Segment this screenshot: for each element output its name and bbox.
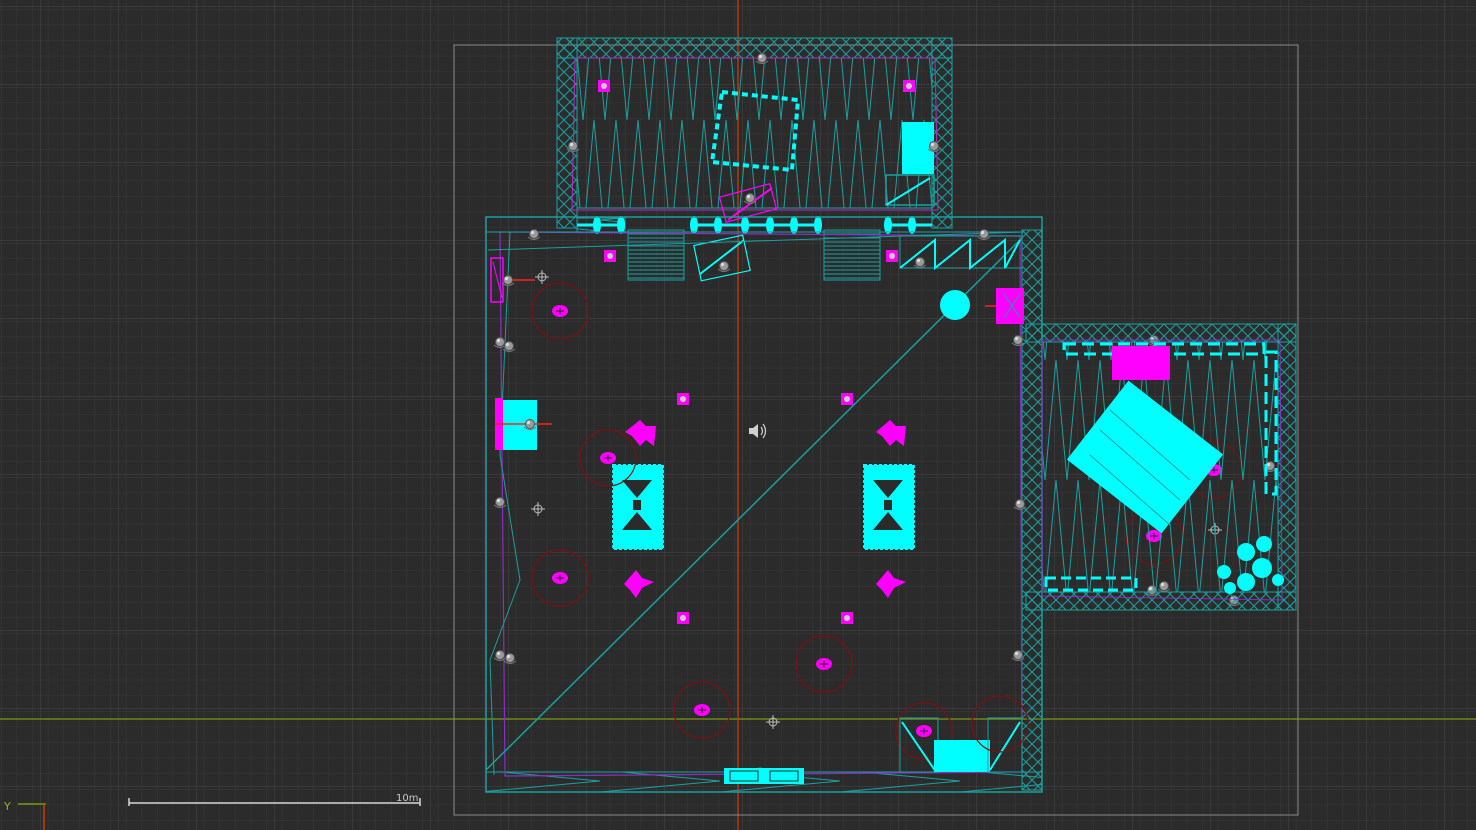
scale-bar-label: 10m [396, 793, 418, 804]
right-banner-table[interactable] [863, 464, 915, 550]
south-door[interactable] [724, 768, 804, 784]
left-banner-table[interactable] [612, 464, 664, 550]
round-pillar[interactable] [940, 290, 970, 320]
east-room-desk[interactable] [1112, 346, 1170, 380]
level-editor-top-viewport[interactable]: Y 10m [0, 0, 1476, 830]
view-axis-label: Y [3, 800, 11, 813]
